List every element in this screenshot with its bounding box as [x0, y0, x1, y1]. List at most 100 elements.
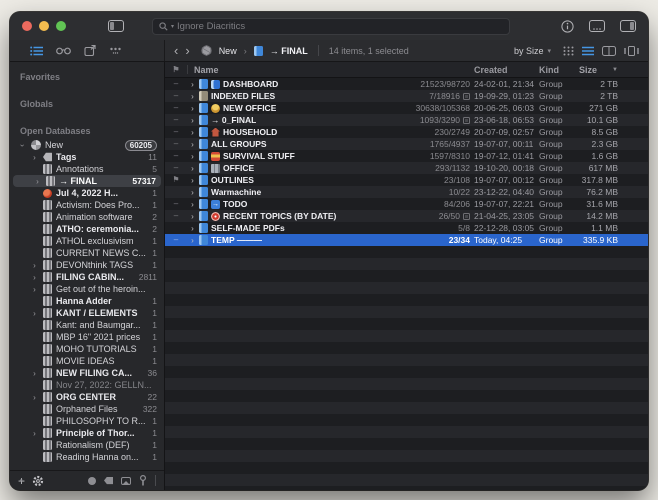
- list-row-household[interactable]: – › HOUSEHOLD 230/2749 20-07-09, 02:57 Group 8…: [165, 126, 648, 138]
- forward-button[interactable]: ›: [185, 44, 189, 57]
- add-button[interactable]: + ▾: [18, 475, 25, 487]
- sidebar-item-annotations[interactable]: Annotations 5: [10, 163, 164, 175]
- sidebar-item-org-center[interactable]: › ORG CENTER 22: [10, 391, 164, 403]
- sidebar-item-new[interactable]: › New 60205: [10, 139, 164, 151]
- minimize-button[interactable]: [39, 21, 49, 31]
- sort-menu[interactable]: by Size ▾: [514, 46, 551, 56]
- list-row-temp[interactable]: – › TEMP ——— 23/34 Today, 04:25 Group 335.9 KB: [165, 234, 648, 246]
- info-icon[interactable]: [561, 19, 574, 33]
- sidebar-toggle-icon[interactable]: [108, 20, 124, 32]
- sidebar-item-new-filing-ca[interactable]: › NEW FILING CA... 36: [10, 367, 164, 379]
- list-row-warmachine[interactable]: › Warmachine 10/22 23-12-22, 04:40 Group 76.2…: [165, 186, 648, 198]
- name-column-header[interactable]: Name: [188, 65, 368, 75]
- disclosure-triangle-icon[interactable]: ›: [189, 224, 196, 233]
- disclosure-triangle-icon[interactable]: ›: [189, 80, 196, 89]
- sidebar-item-atho-ceremonia[interactable]: ATHO: ceremonia... 2: [10, 223, 164, 235]
- icon-view-icon[interactable]: [563, 46, 574, 56]
- sidebar-item-movie-ideas[interactable]: MOVIE IDEAS 1: [10, 355, 164, 367]
- sidebar-item-kant-and-baumgar[interactable]: Kant: and Baumgar... 1: [10, 319, 164, 331]
- disclosure-triangle-icon[interactable]: ›: [30, 153, 39, 162]
- disclosure-triangle-icon[interactable]: ›: [189, 104, 196, 113]
- disclosure-triangle-icon[interactable]: ›: [189, 92, 196, 101]
- list-row-todo[interactable]: – › → TODO 84/206 19-07-07, 22:21 Group 31.6 MB: [165, 198, 648, 210]
- sidebar-item-orphaned-files[interactable]: Orphaned Files 322: [10, 403, 164, 415]
- disclosure-triangle-icon[interactable]: ›: [189, 236, 196, 245]
- disclosure-triangle-icon[interactable]: ›: [189, 200, 196, 209]
- list-row-0-final[interactable]: – › → 0_FINAL 1093/3290 23-06-18, 06:53 Group…: [165, 114, 648, 126]
- disclosure-triangle-icon[interactable]: ›: [189, 128, 196, 137]
- back-button[interactable]: ‹: [174, 44, 178, 57]
- flashlight-filter-icon[interactable]: [139, 475, 147, 486]
- clip-to-devonthink-icon[interactable]: [84, 45, 96, 56]
- disclosure-triangle-icon[interactable]: ›: [30, 369, 39, 378]
- gear-icon[interactable]: ▾: [32, 475, 43, 487]
- sidebar-item-activism-does-pro[interactable]: Activism: Does Pro... 1: [10, 199, 164, 211]
- sidebar-item-final[interactable]: › → FINAL 57317: [13, 175, 161, 187]
- sidebar-item-current-news-c[interactable]: CURRENT NEWS C... 1: [10, 247, 164, 259]
- disclosure-triangle-icon[interactable]: ›: [189, 212, 196, 221]
- sidebar-item-filing-cabin[interactable]: › FILING CABIN... 2811: [10, 271, 164, 283]
- sidebar-item-mbp-16-2021-prices[interactable]: MBP 16" 2021 prices 1: [10, 331, 164, 343]
- disclosure-triangle-icon[interactable]: ›: [189, 152, 196, 161]
- sidebar-item-principle-of-thor[interactable]: › Principle of Thor... 1: [10, 427, 164, 439]
- list-row-office[interactable]: – › OFFICE 293/1132 19-10-20, 00:18 Group 617 …: [165, 162, 648, 174]
- list-row-survival-stuff[interactable]: – › SURVIVAL STUFF 1597/8310 19-07-12, 01:41…: [165, 150, 648, 162]
- list-row-outlines[interactable]: ⚑ › OUTLINES 23/108 19-07-07, 00:12 Group 317.…: [165, 174, 648, 186]
- columns-view-icon[interactable]: [602, 45, 616, 56]
- image-filter-icon[interactable]: [121, 476, 131, 485]
- list-row-dashboard[interactable]: – › DASHBOARD 21523/98720 24-02-01, 21:34 Gro…: [165, 78, 648, 90]
- sidebar-item-devonthink-tags[interactable]: › DEVONthink TAGS 1: [10, 259, 164, 271]
- list-row-indexed-files[interactable]: – › INDEXED FILES 7/18916 19-09-29, 01:23 Gro…: [165, 90, 648, 102]
- breadcrumb-database[interactable]: New: [219, 46, 237, 56]
- zoom-button[interactable]: [56, 21, 66, 31]
- sidebar-item-moho-tutorials[interactable]: MOHO TUTORIALS 1: [10, 343, 164, 355]
- disclosure-triangle-icon[interactable]: ›: [30, 309, 39, 318]
- list-row-recent-topics-by-date[interactable]: – › RECENT TOPICS (BY DATE) 26/50 21-04-25, …: [165, 210, 648, 222]
- list-row-all-groups[interactable]: – › ALL GROUPS 1765/4937 19-07-07, 00:11 Grou…: [165, 138, 648, 150]
- gallery-view-icon[interactable]: [624, 45, 639, 56]
- sidebar-item-hanna-adder[interactable]: Hanna Adder 1: [10, 295, 164, 307]
- list-row-new-office[interactable]: – › NEW OFFICE 30638/105368 20-06-25, 06:03 G…: [165, 102, 648, 114]
- kind-column-header[interactable]: Kind: [536, 65, 574, 75]
- bottom-bar-toggle-icon[interactable]: [589, 20, 605, 32]
- list-row-self-made-pdfs[interactable]: › SELF-MADE PDFs 5/8 22-12-28, 03:05 Group 1.…: [165, 222, 648, 234]
- disclosure-triangle-icon[interactable]: ›: [30, 261, 39, 270]
- sidebar-item-reading-hanna-on[interactable]: Reading Hanna on... 1: [10, 451, 164, 463]
- sidebar-item-nov-27-2022-gelln[interactable]: Nov 27, 2022: GELLN...: [10, 379, 164, 391]
- disclosure-triangle-icon[interactable]: ›: [189, 140, 196, 149]
- globe-filter-icon[interactable]: [88, 476, 96, 485]
- disclosure-triangle-icon[interactable]: ›: [18, 141, 27, 150]
- sidebar-item-jul-4-2022-h[interactable]: Jul 4, 2022 H... 1: [10, 187, 164, 199]
- flag-column-header[interactable]: ⚑: [165, 65, 187, 74]
- reading-list-glasses-icon[interactable]: [56, 46, 71, 55]
- sidebar-item-get-out-of-the-heroin[interactable]: › Get out of the heroin...: [10, 283, 164, 295]
- disclosure-triangle-icon[interactable]: ›: [189, 164, 196, 173]
- sidebar-section-globals[interactable]: Globals: [10, 97, 164, 112]
- inspector-toggle-icon[interactable]: [620, 20, 636, 32]
- tag-filter-icon[interactable]: [104, 476, 113, 485]
- sidebar-item-tags[interactable]: › Tags 11: [10, 151, 164, 163]
- sidebar-item-philosophy-to-r[interactable]: PHILOSOPHY TO R... 1: [10, 415, 164, 427]
- close-button[interactable]: [22, 21, 32, 31]
- sidebar-list-view-icon[interactable]: [30, 46, 43, 56]
- created-column-header[interactable]: Created: [470, 65, 536, 75]
- disclosure-triangle-icon[interactable]: ›: [189, 116, 196, 125]
- sidebar-item-rationalism-def[interactable]: Rationalism (DEF) 1: [10, 439, 164, 451]
- search-scope-chevron-icon[interactable]: ▾: [171, 23, 174, 30]
- breadcrumb-group[interactable]: → FINAL: [270, 46, 308, 56]
- sidebar-item-animation-software[interactable]: Animation software 2: [10, 211, 164, 223]
- disclosure-triangle-icon[interactable]: ›: [33, 177, 42, 186]
- size-column-header[interactable]: Size ▼: [574, 65, 618, 75]
- disclosure-triangle-icon[interactable]: ›: [189, 188, 196, 197]
- disclosure-triangle-icon[interactable]: ›: [30, 429, 39, 438]
- sidebar-section-favorites[interactable]: Favorites: [10, 70, 164, 85]
- more-options-icon[interactable]: [109, 46, 122, 55]
- disclosure-triangle-icon[interactable]: ›: [30, 285, 39, 294]
- sidebar-section-open-databases[interactable]: Open Databases: [10, 124, 164, 139]
- disclosure-triangle-icon[interactable]: ›: [30, 273, 39, 282]
- disclosure-triangle-icon[interactable]: ›: [30, 393, 39, 402]
- search-input[interactable]: ▾ Ignore Diacritics: [152, 17, 510, 35]
- disclosure-triangle-icon[interactable]: ›: [189, 176, 196, 185]
- sidebar-item-athol-exclusivism[interactable]: ATHOL exclusivism 1: [10, 235, 164, 247]
- list-view-icon[interactable]: [582, 46, 594, 56]
